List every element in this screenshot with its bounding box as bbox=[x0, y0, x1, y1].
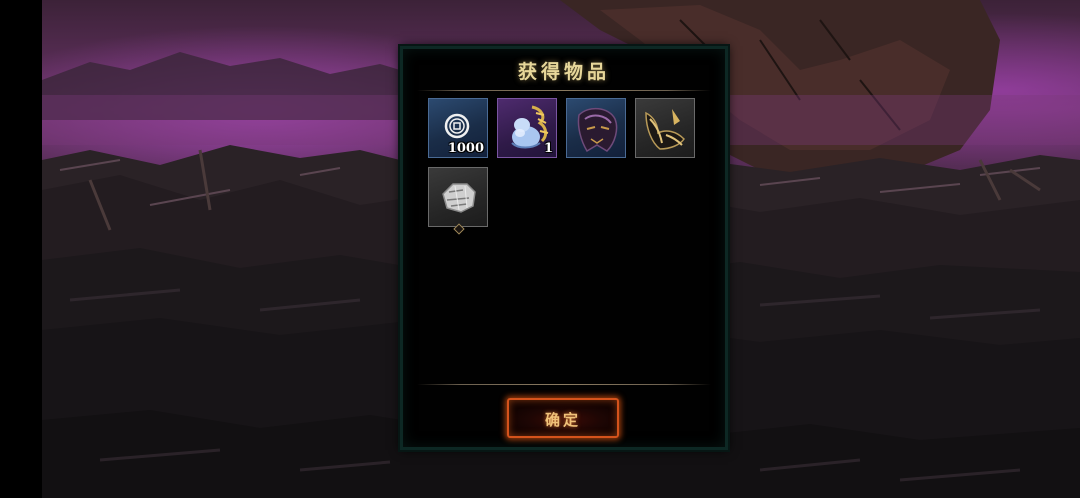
item-slot-copper-coin[interactable]: 1000 bbox=[428, 98, 488, 158]
reward-dialog: 获得物品 1000 1 确定 bbox=[400, 46, 728, 450]
item-slot-horn-helmet[interactable] bbox=[635, 98, 695, 158]
confirm-button[interactable]: 确定 bbox=[507, 398, 619, 438]
horn-helmet-icon bbox=[645, 109, 685, 150]
item-slot-silver-ore[interactable] bbox=[428, 167, 488, 227]
demon-mask-icon bbox=[577, 107, 618, 153]
confirm-button-label: 确定 bbox=[544, 411, 581, 429]
dialog-title: 获得物品 bbox=[517, 61, 610, 83]
item-count: 1000 bbox=[447, 141, 484, 156]
footer-divider bbox=[417, 384, 711, 385]
game-screen: 获得物品 1000 1 确定 bbox=[0, 0, 1080, 498]
silver-ore-icon bbox=[442, 183, 476, 213]
title-divider bbox=[417, 90, 711, 91]
item-count: 1 bbox=[543, 141, 553, 156]
item-slot-spirit-gourd[interactable]: 1 bbox=[497, 98, 557, 158]
letterbox-bar bbox=[0, 0, 42, 498]
item-slot-demon-mask[interactable] bbox=[566, 98, 626, 158]
